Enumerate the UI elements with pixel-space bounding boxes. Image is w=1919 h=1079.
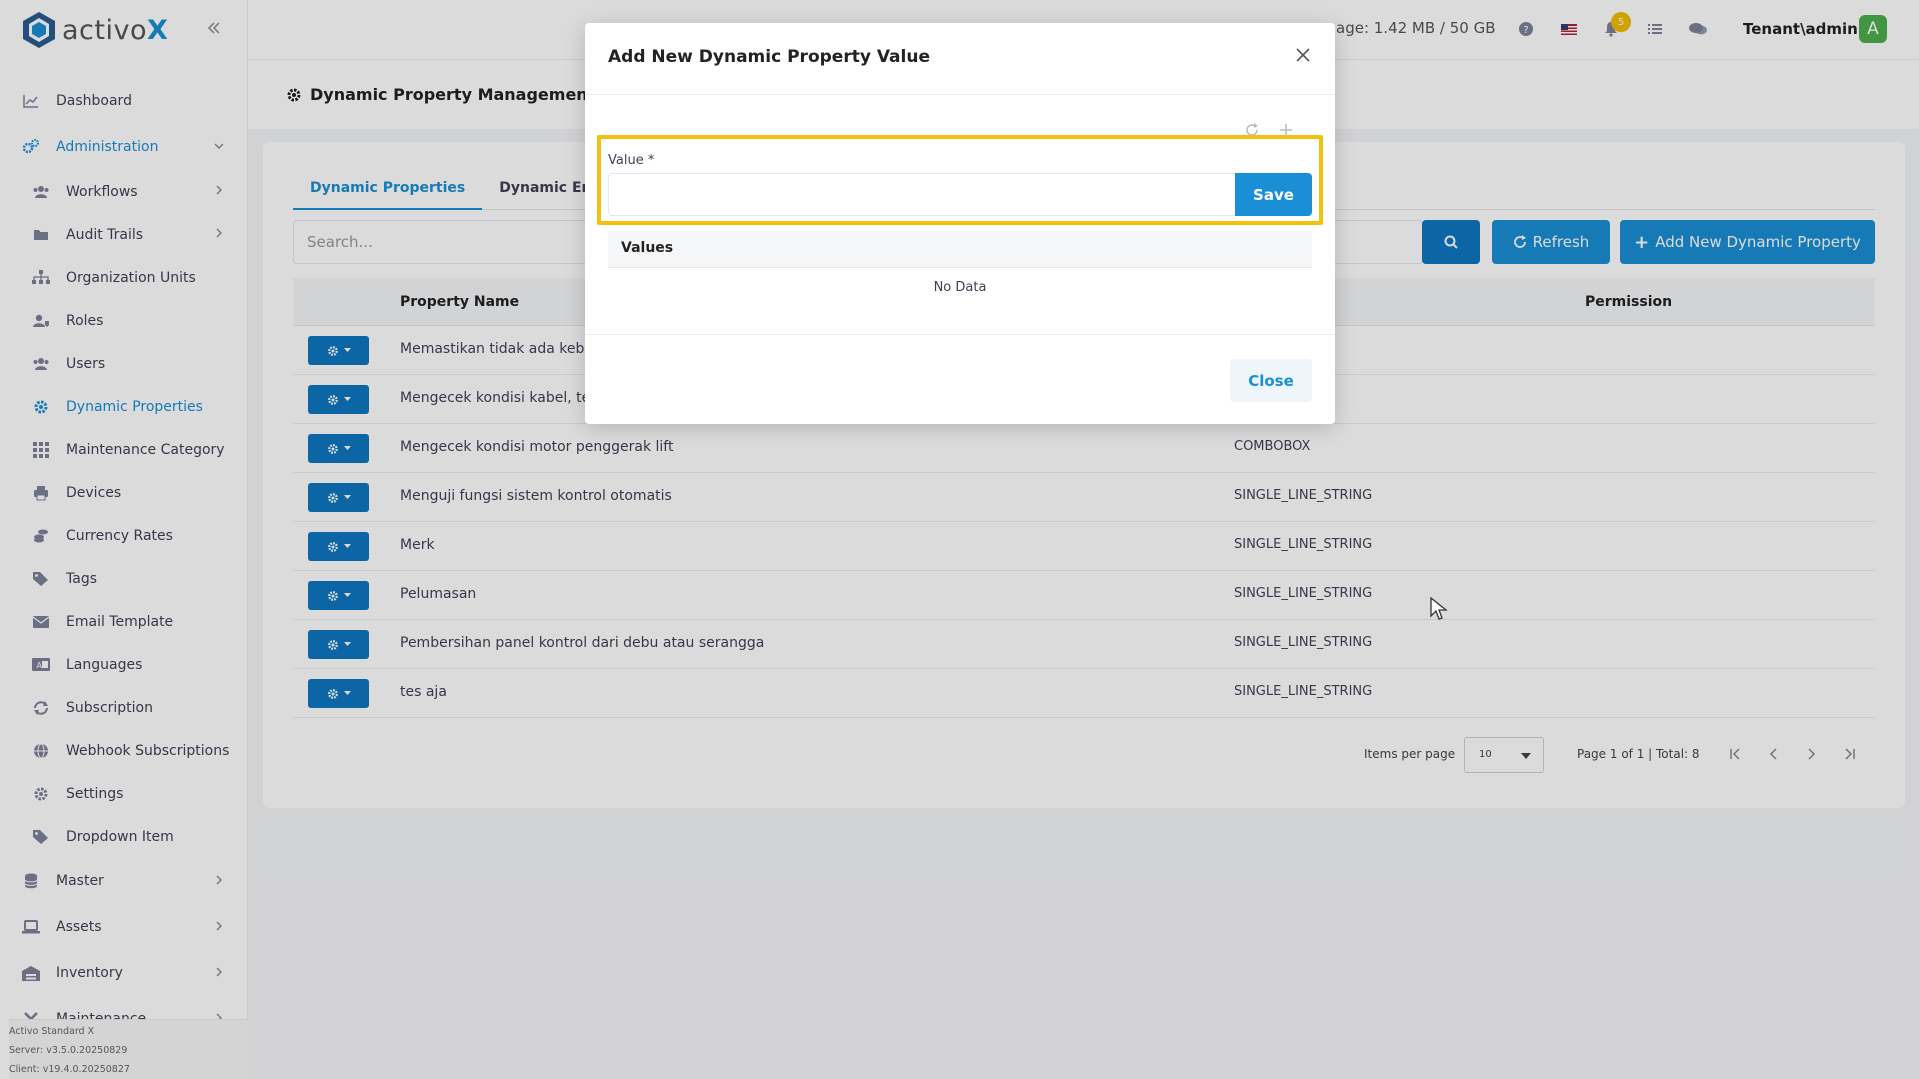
close-button[interactable]: Close — [1230, 359, 1312, 402]
add-value-modal: Add New Dynamic Property Value Value * S… — [585, 23, 1335, 424]
value-label: Value * — [608, 153, 655, 168]
modal-footer-divider — [585, 334, 1335, 335]
values-header: Values — [608, 231, 1312, 268]
modal-divider — [585, 94, 1335, 95]
value-input[interactable] — [608, 173, 1236, 216]
close-icon[interactable] — [1295, 47, 1313, 65]
no-data-text: No Data — [933, 280, 987, 295]
mouse-cursor-icon — [1430, 597, 1448, 620]
modal-title: Add New Dynamic Property Value — [608, 47, 930, 67]
save-button[interactable]: Save — [1235, 173, 1312, 216]
